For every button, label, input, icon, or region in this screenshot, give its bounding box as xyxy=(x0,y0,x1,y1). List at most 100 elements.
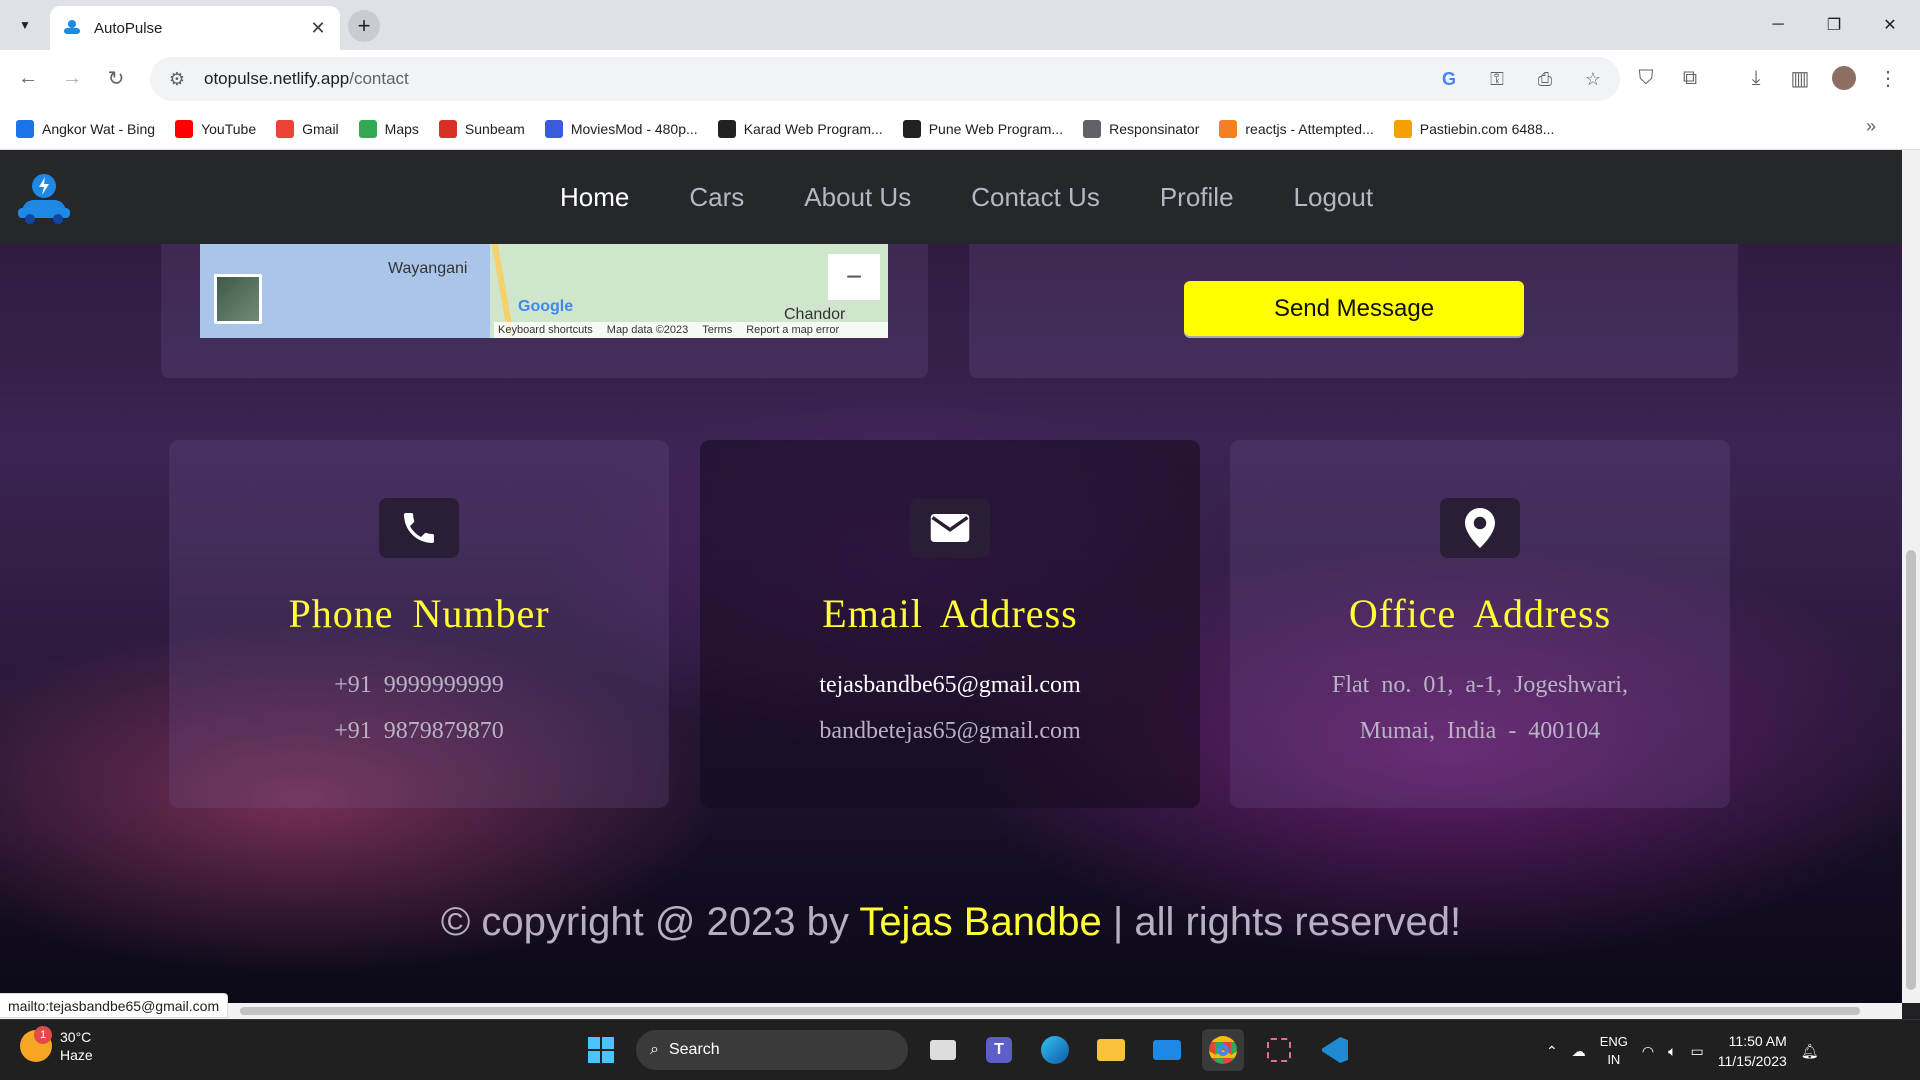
onedrive-icon[interactable]: ☁ xyxy=(1572,1043,1586,1060)
close-window-icon[interactable]: ✕ xyxy=(1862,0,1918,50)
bookmark-item[interactable]: Responsinator xyxy=(1083,119,1200,138)
vertical-scroll-thumb[interactable] xyxy=(1906,550,1916,990)
mail-icon[interactable] xyxy=(1146,1029,1188,1071)
browser-tab[interactable]: AutoPulse ✕ xyxy=(50,6,340,50)
satellite-toggle[interactable] xyxy=(214,274,262,324)
autopulse-logo-icon[interactable] xyxy=(14,170,74,226)
bookmark-label: MoviesMod - 480p... xyxy=(570,120,698,137)
new-tab-button[interactable]: + xyxy=(348,10,380,42)
bookmark-item[interactable]: Karad Web Program... xyxy=(717,119,883,138)
extensions-icon[interactable]: ⧉ xyxy=(1674,62,1706,94)
phone-line-1[interactable]: +91 9999999999 xyxy=(169,672,669,699)
side-panel-icon[interactable]: ▥ xyxy=(1784,62,1816,94)
bookmark-label: Sunbeam xyxy=(464,120,525,137)
snipping-tool-icon[interactable] xyxy=(1258,1029,1300,1071)
minimize-icon[interactable]: ─ xyxy=(1750,0,1806,50)
bookmark-item[interactable]: Maps xyxy=(358,119,419,138)
shield-extension-icon[interactable]: ⛉ xyxy=(1630,62,1662,94)
footer-author[interactable]: Tejas Bandbe xyxy=(859,900,1101,944)
forward-icon[interactable]: → xyxy=(56,62,88,94)
nav-cars[interactable]: Cars xyxy=(689,182,744,213)
chrome-icon[interactable] xyxy=(1202,1029,1244,1071)
address-bar[interactable]: ⚙ otopulse.netlify.app/contact G ⚿ ⎙ ☆ xyxy=(150,57,1620,101)
phone-card: Phone Number +91 9999999999 +91 98798798… xyxy=(169,440,669,808)
embedded-map[interactable]: − Wayangani Chandor Google Keyboard shor… xyxy=(200,244,888,338)
nav-about-us[interactable]: About Us xyxy=(804,182,911,213)
download-icon[interactable]: ⤓ xyxy=(1740,62,1772,94)
chrome-menu-icon[interactable]: ⋮ xyxy=(1872,62,1904,94)
tray-chevron-icon[interactable]: ⌃ xyxy=(1546,1043,1558,1060)
moviesmod-icon xyxy=(544,119,563,138)
clock[interactable]: 11:50 AM 11/15/2023 xyxy=(1718,1031,1787,1071)
battery-icon[interactable]: ▭ xyxy=(1691,1043,1704,1060)
nav-home[interactable]: Home xyxy=(560,182,629,213)
office-card-title: Office Address xyxy=(1348,591,1612,636)
bookmark-item[interactable]: Pune Web Program... xyxy=(902,119,1063,138)
bookmark-star-icon[interactable]: ☆ xyxy=(1580,69,1606,90)
restore-icon[interactable]: ❐ xyxy=(1806,0,1862,50)
back-icon[interactable]: ← xyxy=(12,62,44,94)
volume-icon[interactable]: 🔈︎ xyxy=(1668,1043,1676,1060)
taskbar-search[interactable]: ⌕ Search xyxy=(636,1030,908,1070)
bookmark-item[interactable]: MoviesMod - 480p... xyxy=(544,119,698,138)
email-line-2[interactable]: bandbetejas65@gmail.com xyxy=(700,718,1200,745)
weather-widget[interactable]: 1 30°C Haze xyxy=(20,1026,93,1064)
bookmark-label: reactjs - Attempted... xyxy=(1245,120,1374,137)
report-error-link[interactable]: Report a map error xyxy=(746,324,839,336)
file-explorer-icon[interactable] xyxy=(1090,1029,1132,1071)
horizontal-scroll-thumb[interactable] xyxy=(240,1007,1860,1015)
email-line-1[interactable]: tejasbandbe65@gmail.com xyxy=(700,672,1200,699)
taskbar-search-label: Search xyxy=(668,1041,720,1058)
globe-icon xyxy=(902,119,921,138)
tab-search-chevron-icon[interactable]: ▼ xyxy=(14,14,36,36)
more-bookmarks-icon[interactable]: » xyxy=(1866,116,1876,137)
reload-icon[interactable]: ↻ xyxy=(100,62,132,94)
task-view-icon[interactable] xyxy=(922,1029,964,1071)
nav-logout[interactable]: Logout xyxy=(1294,182,1374,213)
close-tab-icon[interactable]: ✕ xyxy=(308,18,328,39)
bookmark-item[interactable]: YouTube xyxy=(175,119,257,138)
google-lens-icon[interactable]: G xyxy=(1436,69,1462,90)
bookmark-label: Karad Web Program... xyxy=(743,120,883,137)
map-data-text: Map data ©2023 xyxy=(606,324,689,336)
bookmark-item[interactable]: Sunbeam xyxy=(438,119,525,138)
car-favicon-icon xyxy=(64,20,80,34)
notification-bell-icon[interactable]: 🔔︎ xyxy=(1801,1043,1819,1060)
language-indicator[interactable]: ENG IN xyxy=(1600,1033,1628,1069)
keyboard-shortcuts-link[interactable]: Keyboard shortcuts xyxy=(498,324,593,336)
password-key-icon[interactable]: ⚿ xyxy=(1484,69,1510,90)
youtube-icon xyxy=(175,119,194,138)
edge-icon[interactable] xyxy=(1034,1029,1076,1071)
nav-profile[interactable]: Profile xyxy=(1160,182,1234,213)
profile-avatar-icon[interactable] xyxy=(1828,62,1860,94)
phone-line-2[interactable]: +91 9879879870 xyxy=(169,718,669,745)
vscode-icon[interactable] xyxy=(1314,1029,1356,1071)
map-label-wayangani: Wayangani xyxy=(388,260,468,277)
weather-sun-icon: 1 xyxy=(20,1026,52,1062)
system-tray: ⌃ ☁ ENG IN ◠ 🔈︎ ▭ 11:50 AM 11/15/2023 🔔︎ xyxy=(1546,1028,1819,1074)
send-message-button[interactable]: Send Message xyxy=(1184,281,1524,336)
bookmark-item[interactable]: reactjs - Attempted... xyxy=(1219,119,1374,138)
bookmark-item[interactable]: Pastiebin.com 6488... xyxy=(1393,119,1554,138)
install-app-icon[interactable]: ⎙ xyxy=(1532,69,1558,90)
bookmarks-bar: Angkor Wat - Bing YouTube Gmail Maps Sunbeam… xyxy=(0,108,1920,150)
site-info-icon[interactable]: ⚙ xyxy=(164,69,190,90)
maps-pin-icon xyxy=(358,119,377,138)
url-text[interactable]: otopulse.netlify.app/contact xyxy=(204,69,1436,89)
zoom-out-button[interactable]: − xyxy=(828,254,880,300)
terms-link[interactable]: Terms xyxy=(702,324,732,336)
globe-icon xyxy=(717,119,736,138)
google-logo: Google xyxy=(518,298,574,315)
bookmark-label: YouTube xyxy=(201,120,257,137)
windows-start-icon[interactable] xyxy=(580,1029,622,1071)
wifi-icon[interactable]: ◠ xyxy=(1642,1043,1654,1060)
email-card: Email Address tejasbandbe65@gmail.com ba… xyxy=(700,440,1200,808)
nav-contact-us[interactable]: Contact Us xyxy=(971,182,1100,213)
bookmark-label: Responsinator xyxy=(1109,120,1200,137)
address-line-1: Flat no. 01, a-1, Jogeshwari, xyxy=(1332,672,1628,698)
teams-icon[interactable]: T xyxy=(978,1029,1020,1071)
weather-desc: Haze xyxy=(60,1047,93,1063)
bookmark-item[interactable]: Angkor Wat - Bing xyxy=(16,119,155,138)
link-status-bubble: mailto:tejasbandbe65@gmail.com xyxy=(0,993,229,1018)
bookmark-item[interactable]: Gmail xyxy=(276,119,339,138)
